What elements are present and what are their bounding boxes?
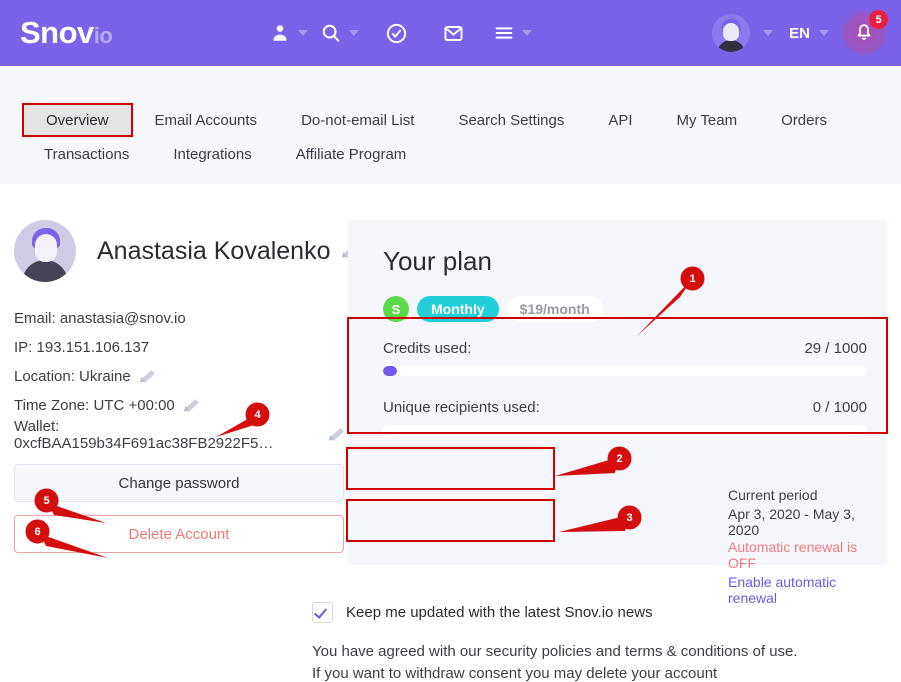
nav-search[interactable] <box>314 0 365 66</box>
newsletter-consent-row: Keep me updated with the latest Snov.io … <box>312 602 798 623</box>
edit-timezone-pencil-icon[interactable] <box>181 398 199 414</box>
tabs-row-primary: Overview Email Accounts Do-not-email Lis… <box>22 103 849 137</box>
recipients-used-label: Unique recipients used: <box>383 399 540 416</box>
check-circle-icon <box>385 22 408 45</box>
list-item: Time Zone: UTC +00:00 <box>14 391 344 420</box>
main-content: Anastasia Kovalenko Email: anastasia@sno… <box>0 184 901 682</box>
newsletter-checkbox[interactable] <box>312 602 333 623</box>
current-period-label: Current period <box>728 487 818 503</box>
credits-used-value: 29 / 1000 <box>804 340 867 357</box>
delete-account-button[interactable]: Delete Account <box>14 515 344 553</box>
person-icon <box>269 22 291 44</box>
list-item: IP: 193.151.106.137 <box>14 333 344 362</box>
tab-do-not-email-list[interactable]: Do-not-email List <box>279 103 436 137</box>
plan-card: Your plan S Monthly $19/month Credits us… <box>348 220 887 606</box>
plan-title: Your plan <box>383 246 492 276</box>
profile-wallet-value: Wallet: 0xcfBAA159b34F691ac38FB2922F5… <box>14 417 274 452</box>
profile-avatar[interactable] <box>14 220 76 282</box>
tabs-row-secondary: Transactions Integrations Affiliate Prog… <box>22 137 428 171</box>
chevron-down-icon[interactable] <box>298 30 308 36</box>
profile-info-list: Email: anastasia@snov.io IP: 193.151.106… <box>14 304 344 452</box>
avatar-body <box>717 40 746 52</box>
tab-search-settings[interactable]: Search Settings <box>436 103 586 137</box>
tab-email-accounts[interactable]: Email Accounts <box>133 103 280 137</box>
tab-affiliate-program[interactable]: Affiliate Program <box>274 137 429 171</box>
avatar[interactable] <box>712 14 751 52</box>
language-chevron-down-icon[interactable] <box>819 30 829 36</box>
list-item: Email: anastasia@snov.io <box>14 304 344 333</box>
profile-ip-value: IP: 193.151.106.137 <box>14 339 150 356</box>
notification-count-badge: 5 <box>869 10 888 29</box>
tab-transactions[interactable]: Transactions <box>22 137 151 171</box>
profile-email-value: Email: anastasia@snov.io <box>14 310 186 327</box>
consent-section: Keep me updated with the latest Snov.io … <box>312 602 798 682</box>
legal-text: You have agreed with our security polici… <box>312 641 798 682</box>
tab-my-team[interactable]: My Team <box>655 103 760 137</box>
list-item: Wallet: 0xcfBAA159b34F691ac38FB2922F5… <box>14 417 344 452</box>
plan-usage: Credits used: 29 / 1000 Unique recipient… <box>383 340 867 435</box>
nav-verifier[interactable] <box>365 0 428 66</box>
credits-used-label: Credits used: <box>383 340 472 357</box>
current-period-value: Apr 3, 2020 - May 3, 2020 <box>728 506 855 538</box>
tab-overview[interactable]: Overview <box>22 103 133 137</box>
nav-prospects[interactable] <box>263 0 314 66</box>
page-title: Anastasia Kovalenko <box>97 236 331 265</box>
plan-badges: S Monthly $19/month <box>383 296 603 322</box>
profile-panel: Anastasia Kovalenko Email: anastasia@sno… <box>14 220 358 553</box>
credits-usage-row: Credits used: 29 / 1000 <box>383 340 867 357</box>
profile-location-value: Location: Ukraine <box>14 368 131 385</box>
check-icon <box>313 605 328 619</box>
header-right-controls: EN 5 <box>712 0 888 66</box>
status-badge: S <box>383 296 409 322</box>
recipients-progress-bar <box>383 425 867 435</box>
chevron-down-icon[interactable] <box>522 30 532 36</box>
edit-wallet-pencil-icon[interactable] <box>326 427 344 443</box>
language-selector-label[interactable]: EN <box>789 25 810 42</box>
logo-main-text: Snov <box>20 15 94 50</box>
avatar-face <box>35 234 57 262</box>
snov-logo[interactable]: Snovio <box>20 15 113 51</box>
nav-campaigns[interactable] <box>428 0 479 66</box>
settings-tabs: Overview Email Accounts Do-not-email Lis… <box>0 66 901 184</box>
header-nav-icons <box>263 0 538 66</box>
edit-location-pencil-icon[interactable] <box>137 369 155 385</box>
nav-more[interactable] <box>479 0 538 66</box>
mail-icon <box>442 22 465 45</box>
account-settings-page: Snovio EN 5 Overview Email Accounts Do-n… <box>0 0 901 682</box>
avatar-body <box>22 260 68 282</box>
plan-price-badge: $19/month <box>506 296 603 322</box>
auto-renewal-block: Automatic renewal is OFF Enable automati… <box>728 539 887 606</box>
legal-line-2: If you want to withdraw consent you may … <box>312 665 718 682</box>
logo-suffix-text: io <box>93 23 113 48</box>
chevron-down-icon[interactable] <box>349 30 359 36</box>
current-period-block: Current period Apr 3, 2020 - May 3, 2020 <box>728 487 887 538</box>
tab-api[interactable]: API <box>586 103 654 137</box>
tab-orders[interactable]: Orders <box>759 103 849 137</box>
change-password-button[interactable]: Change password <box>14 464 344 502</box>
profile-header: Anastasia Kovalenko <box>14 220 358 282</box>
credits-progress-bar <box>383 366 867 376</box>
notifications-button[interactable]: 5 <box>841 10 888 56</box>
credits-progress-fill <box>383 366 398 376</box>
newsletter-consent-label: Keep me updated with the latest Snov.io … <box>346 604 653 621</box>
list-item: Location: Ukraine <box>14 362 344 391</box>
account-chevron-down-icon[interactable] <box>763 30 774 36</box>
plan-period-badge: Monthly <box>417 296 499 322</box>
legal-line-1: You have agreed with our security polici… <box>312 643 798 660</box>
menu-icon <box>493 22 515 44</box>
tab-integrations[interactable]: Integrations <box>151 137 273 171</box>
recipients-usage-row: Unique recipients used: 0 / 1000 <box>383 399 867 416</box>
profile-timezone-value: Time Zone: UTC +00:00 <box>14 397 175 414</box>
recipients-used-value: 0 / 1000 <box>812 399 867 416</box>
app-header: Snovio EN 5 <box>0 0 901 66</box>
auto-renewal-status: Automatic renewal is OFF <box>728 539 858 571</box>
search-icon <box>320 22 342 44</box>
avatar-face <box>723 23 740 41</box>
